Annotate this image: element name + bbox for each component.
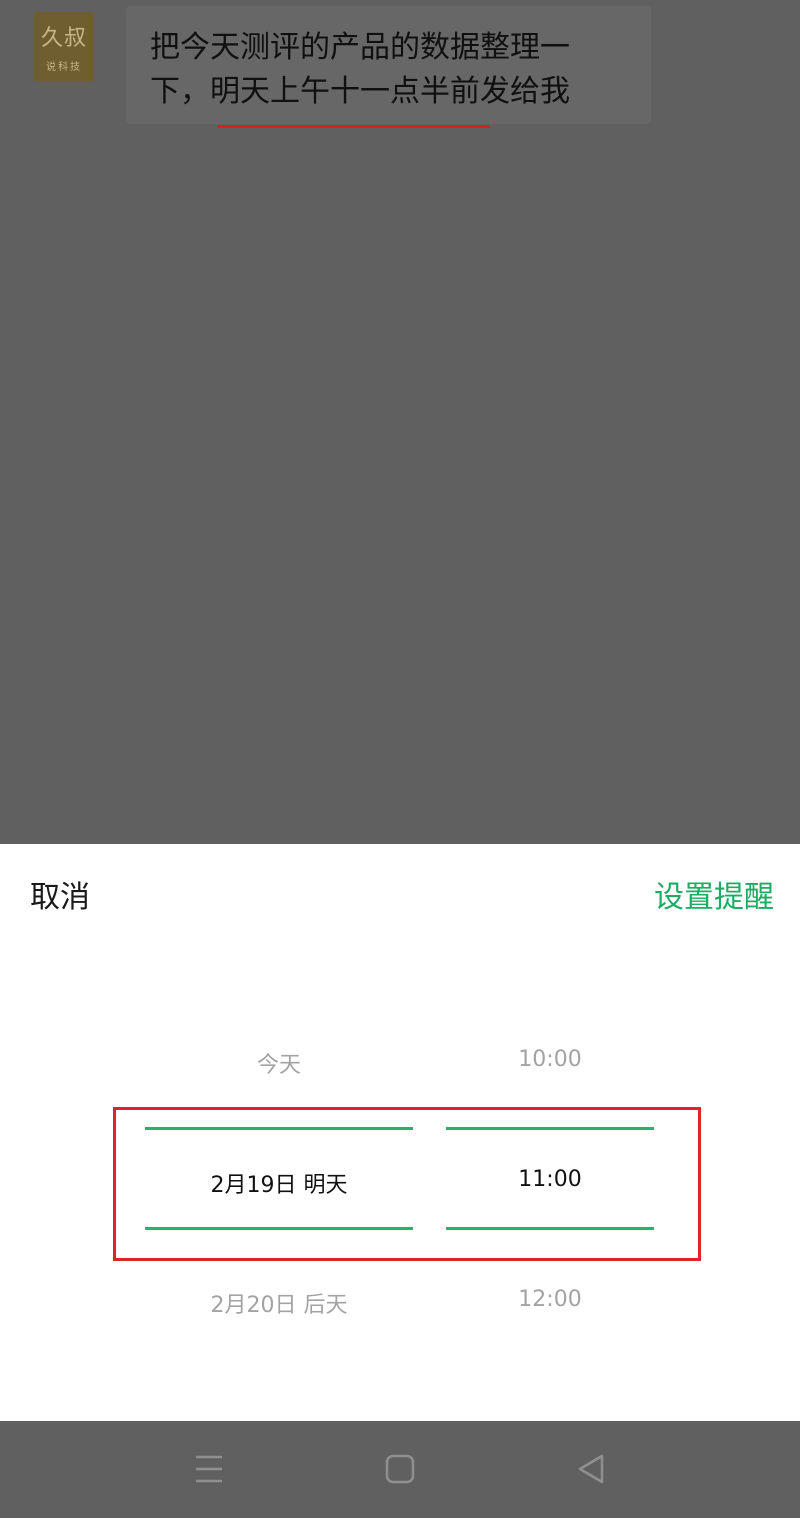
avatar-subtitle: 说科技: [46, 62, 82, 73]
cancel-button[interactable]: 取消: [30, 872, 90, 916]
back-icon[interactable]: [571, 1449, 611, 1489]
menu-icon[interactable]: [189, 1449, 229, 1489]
time-phrase-underline: [217, 125, 490, 128]
message-bubble[interactable]: 把今天测评的产品的数据整理一下，明天上午十一点半前发给我: [126, 6, 651, 124]
reminder-sheet: 取消 设置提醒 今天 10:00 2月19日 明天 11:00 2月20日 后天…: [0, 844, 800, 1421]
avatar-title: 久叔: [40, 26, 87, 51]
set-reminder-button[interactable]: 设置提醒: [654, 872, 774, 916]
selection-highlight-box: [113, 1107, 701, 1261]
date-option-next[interactable]: 2月20日 后天: [145, 1287, 413, 1319]
home-icon[interactable]: [380, 1449, 420, 1489]
navigation-bar: [0, 1421, 800, 1518]
time-option-next[interactable]: 12:00: [446, 1287, 654, 1312]
date-option-previous[interactable]: 今天: [145, 1047, 413, 1079]
time-option-previous[interactable]: 10:00: [446, 1047, 654, 1072]
avatar[interactable]: 久叔 说科技: [34, 12, 94, 82]
chat-area: 久叔 说科技 把今天测评的产品的数据整理一下，明天上午十一点半前发给我: [0, 0, 800, 844]
